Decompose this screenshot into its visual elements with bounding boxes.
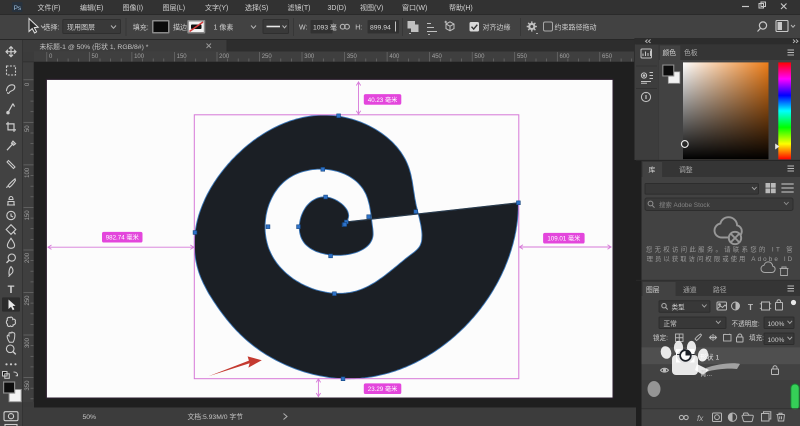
svg-text:T: T bbox=[8, 284, 15, 296]
svg-text:350: 350 bbox=[25, 380, 31, 391]
svg-text:未标题-1 @ 50% (形状 1, RGB/8#) *: 未标题-1 @ 50% (形状 1, RGB/8#) * bbox=[40, 42, 149, 51]
svg-text:899.94: 899.94 bbox=[370, 25, 391, 32]
svg-text:帮助(H): 帮助(H) bbox=[449, 3, 473, 12]
svg-text:1 像素: 1 像素 bbox=[214, 23, 234, 32]
svg-text:200: 200 bbox=[25, 252, 31, 263]
svg-text:982.74 毫米: 982.74 毫米 bbox=[106, 234, 139, 242]
svg-text:视图(V): 视图(V) bbox=[360, 3, 383, 12]
svg-text:路径: 路径 bbox=[713, 285, 727, 294]
svg-text:描边:: 描边: bbox=[173, 23, 189, 32]
svg-text:编辑(E): 编辑(E) bbox=[80, 3, 103, 12]
svg-text:文字(Y): 文字(Y) bbox=[205, 3, 228, 12]
svg-text:W:: W: bbox=[299, 25, 307, 32]
svg-text:550: 550 bbox=[517, 54, 528, 60]
svg-text:100: 100 bbox=[25, 167, 31, 178]
svg-text:50%: 50% bbox=[83, 414, 97, 421]
svg-text:100%: 100% bbox=[768, 321, 785, 328]
svg-text:不透明度:: 不透明度: bbox=[732, 319, 760, 328]
svg-text:350: 350 bbox=[347, 54, 358, 60]
svg-text:调整: 调整 bbox=[679, 165, 693, 174]
svg-text:109.01 毫米: 109.01 毫米 bbox=[547, 235, 580, 243]
svg-text:图像(I): 图像(I) bbox=[123, 3, 144, 12]
svg-text:650: 650 bbox=[602, 54, 613, 60]
svg-text:锁定:: 锁定: bbox=[653, 333, 668, 342]
svg-text:通道: 通道 bbox=[683, 285, 697, 294]
svg-text:库: 库 bbox=[649, 165, 656, 174]
svg-text:300: 300 bbox=[25, 337, 31, 348]
svg-text:选择(S): 选择(S) bbox=[245, 3, 268, 12]
svg-text:3D(D): 3D(D) bbox=[328, 5, 347, 12]
svg-text:现用图层: 现用图层 bbox=[67, 24, 95, 32]
svg-text:填充:: 填充: bbox=[133, 23, 149, 32]
svg-text:图层: 图层 bbox=[646, 286, 660, 294]
svg-text:约束路径拖动: 约束路径拖动 bbox=[555, 23, 597, 32]
svg-text:150: 150 bbox=[25, 210, 31, 221]
svg-text:填充:: 填充: bbox=[749, 333, 764, 342]
svg-text:类型: 类型 bbox=[672, 303, 686, 312]
svg-text:选择:: 选择: bbox=[44, 23, 60, 32]
svg-text:50: 50 bbox=[92, 54, 99, 60]
svg-text:300: 300 bbox=[304, 54, 315, 60]
svg-text:搜索 Adobe Stock: 搜索 Adobe Stock bbox=[659, 200, 711, 209]
svg-text:您无权访问此服务。请联系您的 IT 管: 您无权访问此服务。请联系您的 IT 管 bbox=[646, 244, 795, 253]
svg-text:窗口(W): 窗口(W) bbox=[402, 3, 427, 12]
svg-text:250: 250 bbox=[262, 54, 273, 60]
svg-text:颜色: 颜色 bbox=[663, 48, 677, 57]
svg-text:理员以获取访问权限或使用 Adobe ID: 理员以获取访问权限或使用 Adobe ID bbox=[647, 254, 795, 263]
svg-text:正常: 正常 bbox=[664, 319, 678, 328]
svg-text:100%: 100% bbox=[768, 337, 785, 344]
svg-text:600: 600 bbox=[559, 54, 570, 60]
svg-text:fx: fx bbox=[697, 414, 704, 423]
svg-text:Ps: Ps bbox=[14, 5, 22, 12]
svg-text:400: 400 bbox=[389, 54, 400, 60]
svg-text:1093 毫: 1093 毫 bbox=[313, 23, 337, 32]
svg-text:50: 50 bbox=[25, 125, 31, 132]
svg-text:滤镜(T): 滤镜(T) bbox=[288, 3, 311, 12]
svg-text:40.23 毫米: 40.23 毫米 bbox=[368, 96, 398, 104]
svg-text:100: 100 bbox=[134, 54, 145, 60]
svg-text:250: 250 bbox=[25, 295, 31, 306]
svg-text:文件(F): 文件(F) bbox=[38, 3, 61, 12]
svg-text:图层(L): 图层(L) bbox=[163, 4, 186, 12]
svg-text:文档:5.93M/0 字节: 文档:5.93M/0 字节 bbox=[188, 412, 244, 421]
svg-text:H:: H: bbox=[355, 25, 362, 32]
svg-text:23.29 毫米: 23.29 毫米 bbox=[368, 385, 398, 393]
svg-text:背...: 背... bbox=[700, 369, 712, 378]
svg-text:对齐边缘: 对齐边缘 bbox=[483, 23, 511, 32]
svg-text:200: 200 bbox=[219, 54, 230, 60]
svg-text:500: 500 bbox=[474, 54, 485, 60]
svg-text:T: T bbox=[748, 302, 754, 312]
svg-text:色板: 色板 bbox=[684, 48, 698, 57]
svg-text:450: 450 bbox=[432, 54, 443, 60]
svg-text:150: 150 bbox=[177, 54, 188, 60]
